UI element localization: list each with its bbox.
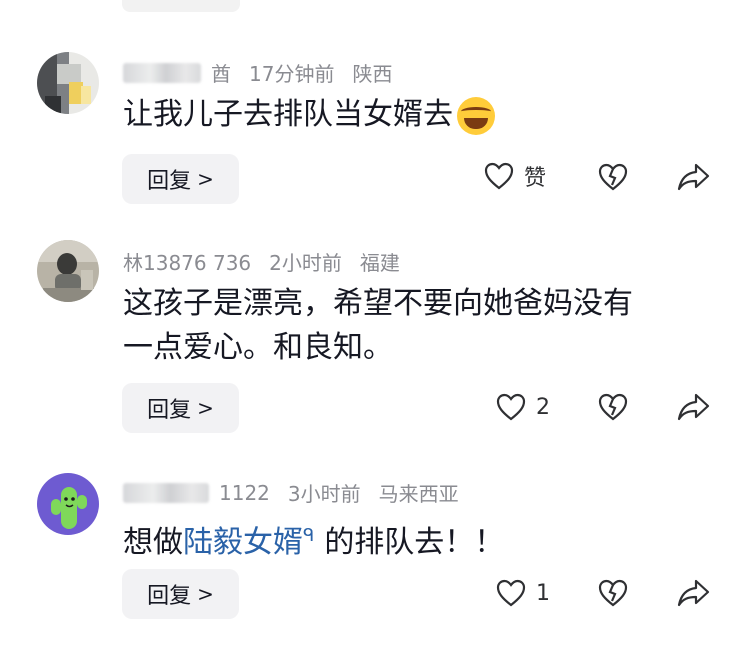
comment-text: 想做陆毅女婿ᑫ 的排队去！！ xyxy=(123,514,504,565)
avatar[interactable] xyxy=(37,240,99,302)
heart-outline-icon xyxy=(496,579,526,607)
like-button[interactable]: 2 xyxy=(496,393,550,421)
share-button[interactable] xyxy=(677,578,711,612)
username[interactable]: 林13876 736 xyxy=(123,247,251,276)
timestamp: 2小时前 xyxy=(269,251,342,275)
comment-text-before: 想做 xyxy=(123,525,183,560)
comment-meta: 1122 3小时前 马来西亚 xyxy=(123,478,459,507)
search-icon[interactable]: ᑫ xyxy=(303,525,314,546)
reply-label: 回复 xyxy=(147,584,192,609)
share-arrow-icon xyxy=(677,163,710,191)
like-button[interactable]: 赞 xyxy=(484,160,546,192)
share-arrow-icon xyxy=(677,393,710,421)
like-button[interactable]: 1 xyxy=(496,579,550,607)
comment-text: 让我儿子去排队当女婿去 xyxy=(123,93,495,137)
location: 陕西 xyxy=(352,62,393,86)
broken-heart-icon xyxy=(598,163,628,191)
dislike-button[interactable] xyxy=(598,163,628,195)
like-count: 2 xyxy=(536,394,550,420)
location: 马来西亚 xyxy=(378,482,459,506)
broken-heart-icon xyxy=(598,579,628,607)
comment-meta: 林13876 736 2小时前 福建 xyxy=(123,247,400,276)
heart-outline-icon xyxy=(496,393,526,421)
comment-text-line-1: 这孩子是漂亮，希望不要向她爸妈没有 xyxy=(123,286,633,321)
username[interactable]: 1122 xyxy=(219,481,270,505)
previous-reply-button[interactable] xyxy=(122,0,240,12)
reply-label: 回复 xyxy=(147,398,192,423)
dislike-button[interactable] xyxy=(598,579,628,611)
broken-heart-icon xyxy=(598,393,628,421)
reply-label: 回复 xyxy=(147,169,192,194)
comment-text: 这孩子是漂亮，希望不要向她爸妈没有 一点爱心。和良知。 xyxy=(123,282,633,370)
username[interactable]: 酋 xyxy=(211,58,231,87)
username-blurred[interactable] xyxy=(123,482,209,503)
like-label: 赞 xyxy=(524,166,547,191)
chevron-right-icon: > xyxy=(197,167,214,191)
laughing-crying-emoji-icon xyxy=(457,96,495,135)
timestamp: 3小时前 xyxy=(287,482,361,506)
username-blurred[interactable] xyxy=(123,62,201,83)
comment-text-body: 让我儿子去排队当女婿去 xyxy=(123,97,453,132)
comment-text-line-2: 一点爱心。和良知。 xyxy=(123,330,393,365)
avatar[interactable] xyxy=(37,473,99,535)
reply-button[interactable]: 回复 > xyxy=(122,569,239,619)
search-link[interactable]: 陆毅女婿 xyxy=(183,525,303,560)
chevron-right-icon: > xyxy=(197,396,214,420)
reply-button[interactable]: 回复 > xyxy=(122,383,239,433)
avatar[interactable] xyxy=(37,52,99,114)
like-count: 1 xyxy=(536,580,550,606)
heart-outline-icon xyxy=(484,162,514,190)
reply-button[interactable]: 回复 > xyxy=(122,154,239,204)
share-button[interactable] xyxy=(677,162,711,196)
dislike-button[interactable] xyxy=(598,393,628,425)
comment-text-after: 的排队去！！ xyxy=(324,525,505,560)
chevron-right-icon: > xyxy=(197,582,214,606)
comment-meta: 酋 17分钟前 陕西 xyxy=(123,58,392,87)
share-button[interactable] xyxy=(677,392,711,426)
share-arrow-icon xyxy=(677,579,710,607)
location: 福建 xyxy=(359,251,400,275)
timestamp: 17分钟前 xyxy=(249,62,335,86)
